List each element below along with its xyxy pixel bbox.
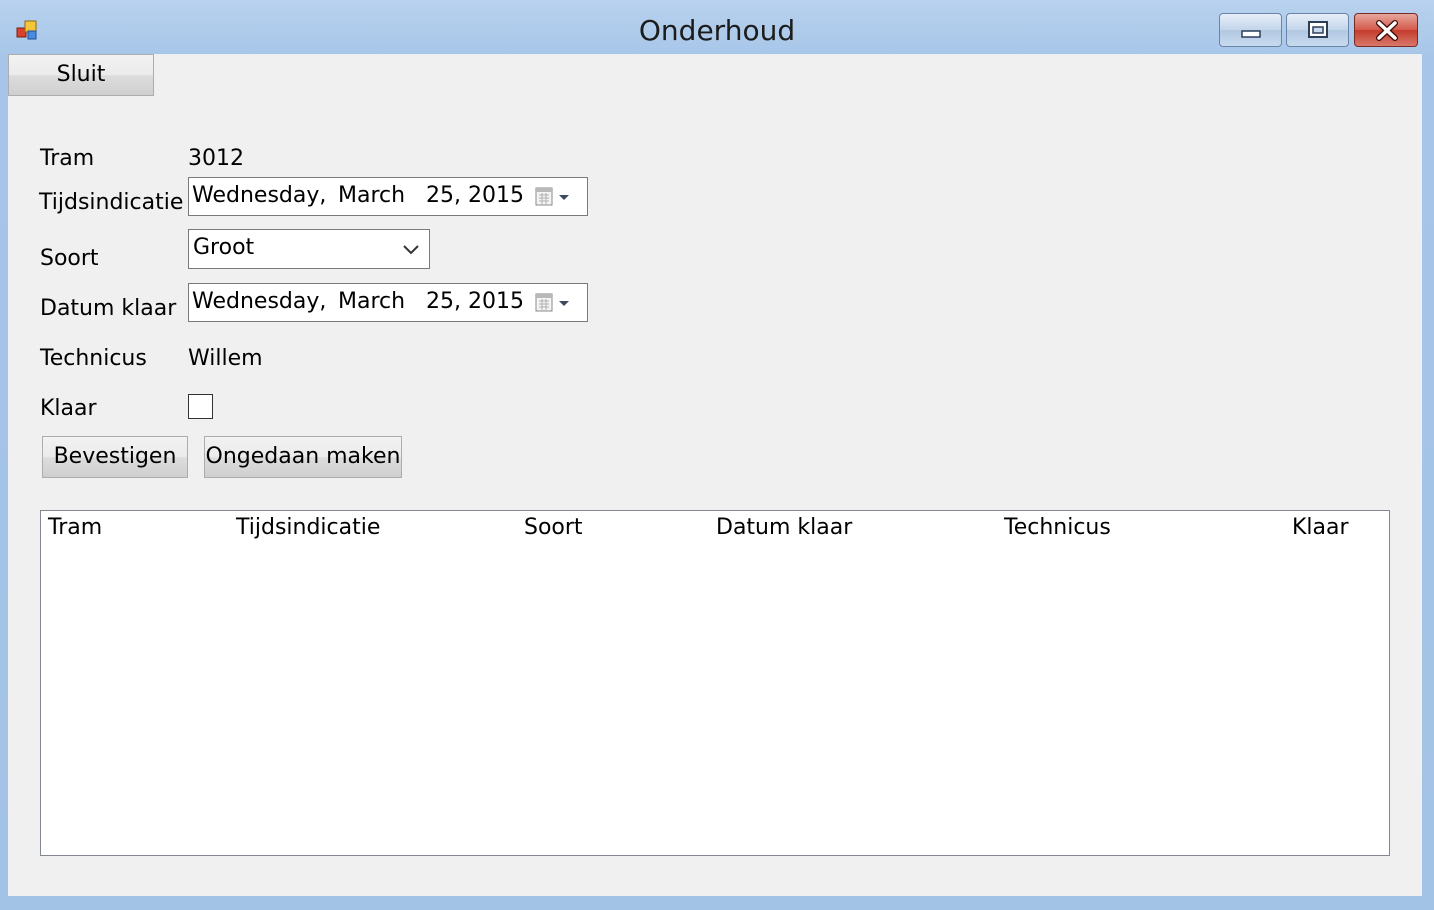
calendar-dropdown-icon[interactable] (533, 185, 577, 209)
soort-selected-value: Groot (193, 235, 255, 260)
tijdsindicatie-day[interactable]: Wednesday, (192, 183, 326, 208)
datum-klaar-day[interactable]: Wednesday, (192, 289, 326, 314)
restore-icon (1308, 21, 1328, 38)
minimize-button[interactable] (1219, 13, 1282, 47)
window: Onderhoud Sluit Tram 3012 Tijdsindicatie… (0, 0, 1434, 910)
klaar-label: Klaar (40, 396, 97, 421)
datum-klaar-date[interactable]: 25, 2015 (426, 289, 524, 314)
maintenance-list-view[interactable]: Tram Tijdsindicatie Soort Datum klaar Te… (40, 510, 1390, 856)
tram-label: Tram (40, 146, 95, 171)
technicus-value: Willem (188, 346, 263, 371)
ongedaan-maken-button[interactable]: Ongedaan maken (204, 436, 402, 478)
bevestigen-button[interactable]: Bevestigen (42, 436, 188, 478)
column-header-tram[interactable]: Tram (48, 515, 102, 540)
title-bar[interactable]: Onderhoud (0, 0, 1434, 54)
restore-button[interactable] (1286, 13, 1349, 47)
minimize-icon (1241, 30, 1261, 38)
tijdsindicatie-label: Tijdsindicatie (39, 190, 184, 215)
technicus-label: Technicus (40, 346, 147, 371)
tijdsindicatie-date[interactable]: 25, 2015 (426, 183, 524, 208)
datum-klaar-month[interactable]: March (338, 289, 405, 314)
tijdsindicatie-date-picker[interactable]: Wednesday, March 25, 2015 (188, 177, 588, 216)
column-header-tijdsindicatie[interactable]: Tijdsindicatie (236, 515, 380, 540)
column-header-technicus[interactable]: Technicus (1004, 515, 1111, 540)
soort-label: Soort (40, 246, 99, 271)
form-client-area: Sluit Tram 3012 Tijdsindicatie Wednesday… (8, 54, 1422, 896)
chevron-down-icon (403, 245, 419, 255)
close-icon (1376, 20, 1398, 41)
column-header-klaar[interactable]: Klaar (1292, 515, 1349, 540)
klaar-checkbox[interactable] (188, 394, 213, 419)
tram-value: 3012 (188, 146, 244, 171)
soort-dropdown[interactable]: Groot (188, 229, 430, 269)
datum-klaar-label: Datum klaar (40, 296, 177, 321)
close-window-button[interactable] (1354, 13, 1418, 47)
sluit-button[interactable]: Sluit (8, 54, 154, 96)
calendar-dropdown-icon[interactable] (533, 291, 577, 315)
tijdsindicatie-month[interactable]: March (338, 183, 405, 208)
column-header-soort[interactable]: Soort (524, 515, 583, 540)
column-header-datum-klaar[interactable]: Datum klaar (716, 515, 852, 540)
datum-klaar-date-picker[interactable]: Wednesday, March 25, 2015 (188, 283, 588, 322)
